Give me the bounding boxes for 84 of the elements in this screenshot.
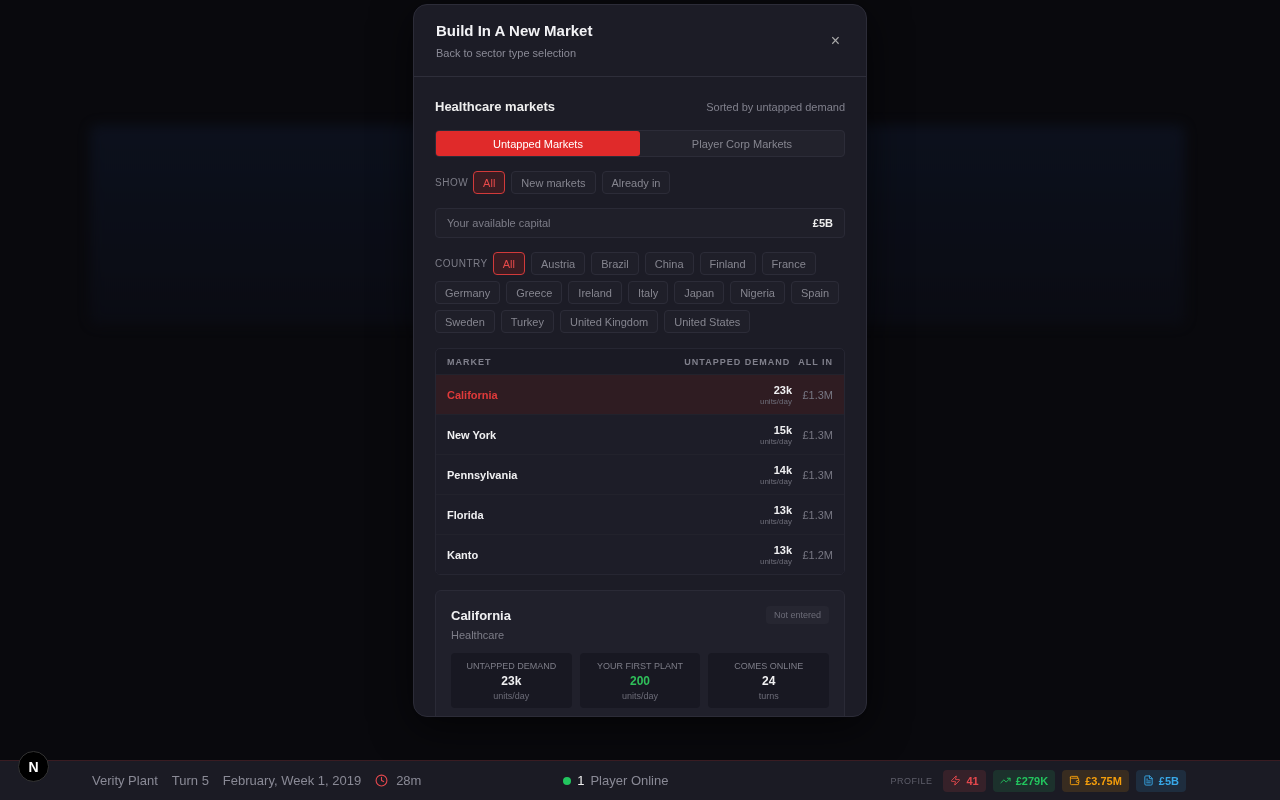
stat-value: 23k [501, 674, 522, 688]
market-name: Pennsylvania [447, 468, 519, 481]
country-chip[interactable]: Germany [435, 281, 501, 304]
status-badge: Not entered [765, 606, 829, 624]
country-chip[interactable]: China [644, 252, 694, 275]
filter-chip[interactable]: All [473, 171, 506, 194]
country-chip[interactable]: All [492, 252, 525, 275]
market-name: New York [447, 428, 498, 441]
stat-value: 24 [761, 674, 776, 688]
resource-value: £3.75M [1085, 774, 1122, 787]
market-name: Kanto [447, 548, 480, 561]
country-chip[interactable]: Sweden [435, 310, 495, 333]
stat-label: COMES ONLINE [734, 661, 804, 671]
resource-value: £279K [1015, 774, 1049, 787]
stat-value: 200 [629, 674, 650, 688]
country-chip[interactable]: Finland [699, 252, 756, 275]
sort-note: Sorted by untapped demand [706, 100, 845, 113]
online-label: Player Online [590, 773, 669, 788]
section-title: Healthcare markets [435, 99, 555, 114]
modal-title: Build In A New Market [436, 22, 593, 39]
column-header: ALL IN [798, 356, 833, 367]
cost-value: £1.3M [801, 508, 833, 521]
stat-unit: units/day [621, 691, 658, 701]
tab[interactable]: Untapped Markets [436, 131, 640, 156]
demand-unit: units/day [759, 476, 792, 486]
close-button[interactable]: × [826, 29, 844, 52]
online-count: 1 [577, 773, 585, 788]
market-name: California [447, 388, 499, 401]
capital-icon [1142, 775, 1154, 786]
online-dot [563, 776, 572, 785]
market-name: Florida [447, 508, 485, 521]
demand-unit: units/day [759, 556, 792, 566]
country-chip[interactable]: Ireland [568, 281, 622, 304]
cash-icon [1069, 775, 1081, 786]
clock-icon [375, 774, 389, 787]
cost-value: £1.3M [801, 388, 833, 401]
capital-value: £5B [812, 217, 833, 229]
cost-value: £1.3M [801, 428, 833, 441]
capital-label: Your available capital [447, 217, 551, 229]
cost-value: £1.2M [801, 548, 833, 561]
resource-value: £5B [1158, 774, 1179, 787]
demand-unit: units/day [759, 516, 792, 526]
stat-unit: turns [758, 691, 779, 701]
status-text: February, Week 1, 2019 [222, 773, 362, 788]
demand-value: 14k [773, 463, 792, 476]
logo-badge[interactable]: N [18, 751, 49, 782]
filter-label: SHOW [435, 177, 469, 188]
stat-label: YOUR FIRST PLANT [597, 661, 683, 671]
country-chip[interactable]: Spain [791, 281, 840, 304]
column-header: UNTAPPED DEMAND [684, 356, 791, 367]
country-chip[interactable]: France [761, 252, 816, 275]
profile-label: PROFILE [890, 775, 933, 786]
stat-unit: units/day [493, 691, 530, 701]
detail-title: California [451, 607, 511, 623]
status-text: Verity Plant [92, 773, 158, 788]
country-chip[interactable]: Japan [674, 281, 725, 304]
energy-icon [950, 775, 962, 786]
cost-value: £1.3M [801, 468, 833, 481]
column-header: MARKET [447, 356, 493, 367]
demand-value: 13k [773, 543, 792, 556]
status-text: Turn 5 [171, 773, 209, 788]
country-chip[interactable]: Austria [531, 252, 586, 275]
country-chip[interactable]: Brazil [591, 252, 639, 275]
country-chip[interactable]: United Kingdom [560, 310, 659, 333]
country-chip[interactable]: Italy [627, 281, 669, 304]
income-icon [999, 775, 1011, 786]
filter-label: COUNTRY [435, 258, 488, 269]
filter-chip[interactable]: Already in [601, 171, 671, 194]
country-chip[interactable]: Turkey [500, 310, 554, 333]
demand-value: 13k [773, 503, 792, 516]
demand-value: 15k [773, 423, 792, 436]
demand-unit: units/day [759, 436, 792, 446]
country-chip[interactable]: United States [664, 310, 751, 333]
country-chip[interactable]: Nigeria [730, 281, 785, 304]
resource-value: 41 [966, 774, 979, 787]
back-link[interactable]: Back to sector type selection [436, 47, 593, 59]
detail-subtitle: Healthcare [451, 629, 506, 641]
timer-text: 28m [396, 773, 422, 788]
tab[interactable]: Player Corp Markets [640, 131, 844, 156]
filter-chip[interactable]: New markets [511, 171, 596, 194]
country-chip[interactable]: Greece [506, 281, 563, 304]
stat-label: UNTAPPED DEMAND [466, 661, 557, 671]
demand-unit: units/day [759, 396, 792, 406]
demand-value: 23k [773, 383, 792, 396]
